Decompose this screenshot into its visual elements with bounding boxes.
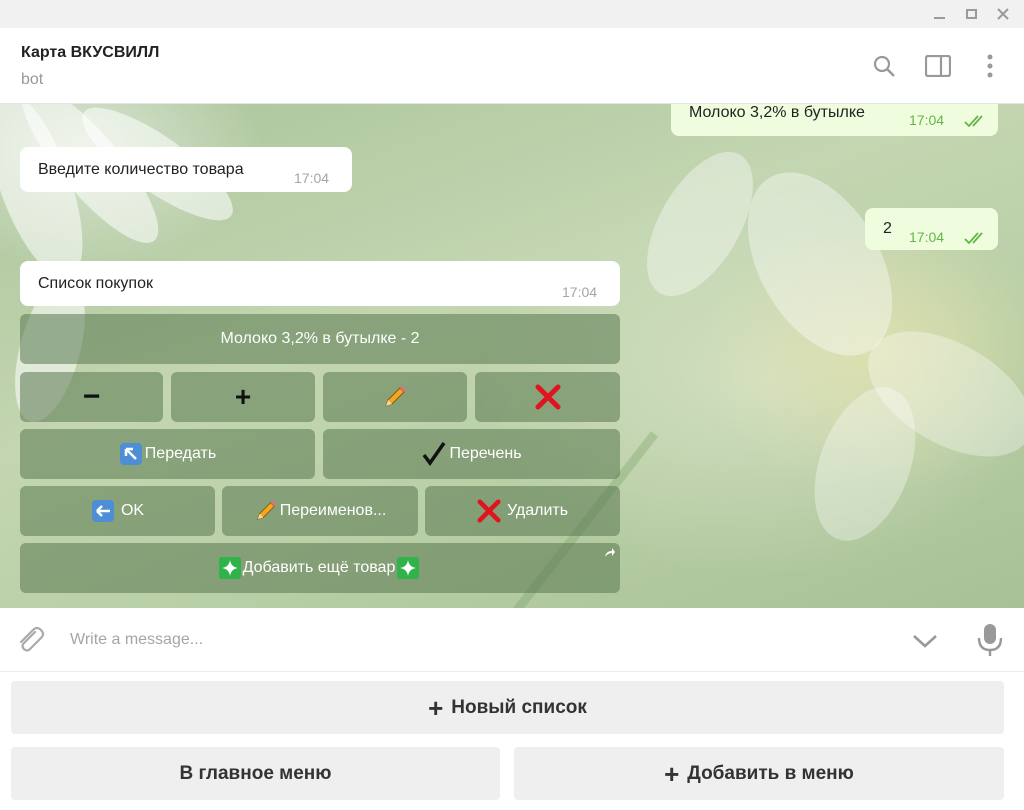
- increase-button[interactable]: +: [171, 372, 315, 422]
- reply-keyboard: + Новый список В главное меню + Добавить…: [0, 672, 1024, 810]
- delete-item-button[interactable]: [475, 372, 620, 422]
- check-mark-icon: [421, 441, 447, 467]
- add-to-menu-button[interactable]: + Добавить в меню: [514, 747, 1004, 800]
- chat-header: Карта ВКУСВИЛЛ bot: [0, 28, 1024, 104]
- message-time: 17:04: [294, 170, 330, 186]
- attach-button[interactable]: [14, 624, 46, 656]
- search-icon: [873, 55, 895, 77]
- window-titlebar: [0, 0, 1024, 28]
- cross-mark-icon: [477, 499, 501, 523]
- chat-title[interactable]: Карта ВКУСВИЛЛ: [21, 44, 159, 62]
- minus-label: −: [82, 380, 101, 413]
- delete-label: Удалить: [506, 502, 569, 519]
- message-composer: [0, 608, 1024, 672]
- main-menu-button[interactable]: В главное меню: [11, 747, 500, 800]
- plus-icon: +: [428, 692, 444, 723]
- maximize-button[interactable]: [956, 0, 986, 28]
- sparkle-icon: [397, 557, 420, 579]
- paperclip-icon: [19, 626, 45, 652]
- close-button[interactable]: [988, 0, 1018, 28]
- bot-keyboard-toggle-button[interactable]: [910, 626, 940, 656]
- search-button[interactable]: [870, 52, 898, 80]
- message-text: Молоко 3,2% в бутылке: [689, 104, 865, 121]
- message-input[interactable]: [60, 622, 880, 658]
- message-time: 17:04: [909, 112, 945, 128]
- transfer-button[interactable]: Передать: [20, 429, 315, 479]
- rename-button[interactable]: Переименов...: [222, 486, 418, 536]
- message-incoming[interactable]: Список покупок 17:04: [20, 261, 620, 306]
- message-text: 2: [883, 220, 892, 237]
- new-list-label: Новый список: [451, 696, 587, 718]
- message-time: 17:04: [909, 229, 945, 245]
- decrease-button[interactable]: −: [20, 372, 163, 422]
- chat-subtitle: bot: [21, 71, 44, 88]
- add-more-label: Добавить ещё товар: [242, 559, 396, 576]
- share-arrow-icon: [605, 548, 615, 557]
- pencil-icon: [254, 499, 278, 523]
- maximize-icon: [965, 9, 977, 19]
- back-arrow-icon: [91, 499, 115, 523]
- close-icon: [997, 8, 1009, 20]
- message-incoming[interactable]: Введите количество товара 17:04: [20, 147, 352, 192]
- item-label: Молоко 3,2% в бутылке - 2: [220, 330, 420, 347]
- more-menu-button[interactable]: [976, 52, 1004, 80]
- more-vertical-icon: [987, 54, 993, 78]
- chevron-down-icon: [913, 635, 937, 648]
- message-outgoing[interactable]: 2 17:04: [865, 208, 998, 250]
- read-checkmarks-icon: [964, 115, 983, 128]
- plus-label: +: [234, 381, 252, 412]
- message-text: Список покупок: [38, 275, 153, 292]
- add-more-button[interactable]: Добавить ещё товар: [20, 543, 620, 593]
- sparkle-icon: [218, 557, 241, 579]
- cross-mark-icon: [535, 384, 560, 410]
- item-button[interactable]: Молоко 3,2% в бутылке - 2: [20, 314, 620, 364]
- plus-icon: +: [664, 758, 680, 789]
- list-button[interactable]: Перечень: [323, 429, 620, 479]
- sidebar-panel-icon: [925, 55, 951, 77]
- delete-list-button[interactable]: Удалить: [425, 486, 620, 536]
- ok-button[interactable]: OK: [20, 486, 215, 536]
- edit-button[interactable]: [323, 372, 467, 422]
- microphone-icon: [977, 624, 1003, 656]
- minimize-icon: [933, 17, 945, 19]
- chat-area[interactable]: Молоко 3,2% в бутылке 17:04 Введите коли…: [0, 104, 1024, 608]
- sidebar-toggle-button[interactable]: [924, 52, 952, 80]
- voice-record-button[interactable]: [976, 622, 1004, 658]
- minimize-button[interactable]: [924, 0, 954, 28]
- pencil-icon: [385, 386, 406, 407]
- message-time: 17:04: [562, 284, 598, 300]
- rename-label: Переименов...: [279, 502, 387, 519]
- message-text: Введите количество товара: [38, 161, 244, 178]
- main-menu-label: В главное меню: [179, 762, 332, 784]
- transfer-label: Передать: [144, 445, 217, 462]
- message-outgoing[interactable]: Молоко 3,2% в бутылке 17:04: [671, 104, 998, 136]
- new-list-button[interactable]: + Новый список: [11, 681, 1004, 734]
- ok-label: OK: [120, 502, 145, 519]
- read-checkmarks-icon: [964, 232, 983, 245]
- add-to-menu-label: Добавить в меню: [687, 762, 854, 784]
- list-label: Перечень: [449, 445, 522, 462]
- arrow-up-left-icon: [119, 442, 143, 466]
